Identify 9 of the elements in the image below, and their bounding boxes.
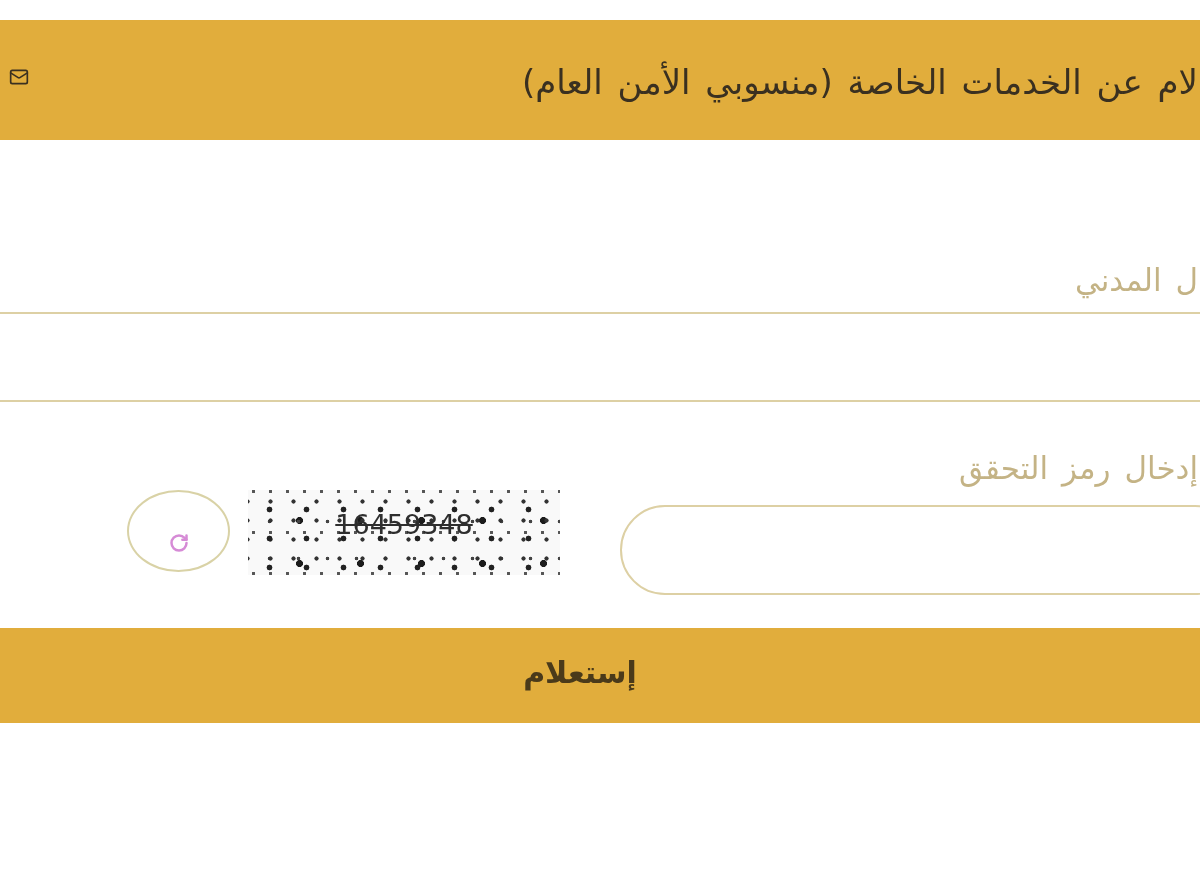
captcha-field[interactable] (620, 505, 1200, 595)
text-field[interactable] (0, 312, 1200, 402)
captcha-image: 16459348 (248, 490, 560, 575)
field-label: إدخال رمز التحقق (959, 449, 1199, 489)
field-label: ل المدني (1074, 261, 1199, 301)
refresh-icon (168, 533, 189, 553)
submit-button[interactable]: إستعلام (0, 628, 1200, 723)
page-title: لام عن الخدمات الخاصة (منسوبي الأمن العام) (521, 60, 1198, 102)
mail-icon[interactable] (8, 67, 30, 87)
